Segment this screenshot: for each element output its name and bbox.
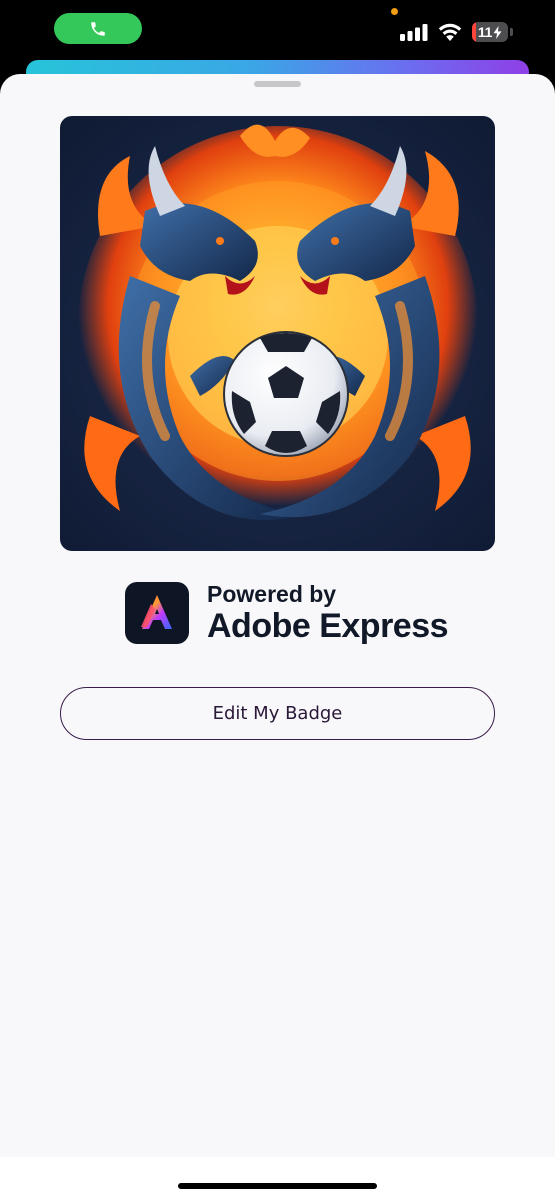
modal-sheet: Powered by Adobe Express Edit My Badge bbox=[0, 74, 555, 1157]
battery-indicator: 11 bbox=[472, 22, 508, 42]
home-indicator[interactable] bbox=[178, 1183, 377, 1189]
status-bar: 11 bbox=[0, 0, 555, 60]
adobe-express-text: Adobe Express bbox=[207, 607, 449, 645]
dragons-soccer-badge-image bbox=[60, 116, 495, 551]
battery-charging-icon bbox=[493, 25, 502, 39]
home-indicator-area bbox=[0, 1157, 555, 1200]
sheet-grabber[interactable] bbox=[254, 81, 301, 87]
privacy-indicator-dot bbox=[391, 8, 398, 15]
edit-my-badge-button[interactable]: Edit My Badge bbox=[60, 687, 495, 740]
adobe-express-logo-icon bbox=[125, 582, 189, 644]
powered-by-text: Powered by bbox=[207, 581, 337, 607]
active-call-pill[interactable] bbox=[54, 13, 142, 44]
battery-cap bbox=[510, 28, 513, 36]
phone-icon bbox=[91, 21, 105, 36]
wifi-icon bbox=[438, 23, 462, 41]
powered-by-adobe-express: Powered by Adobe Express bbox=[125, 581, 449, 645]
battery-level-text: 11 bbox=[477, 24, 493, 40]
cellular-signal-icon bbox=[400, 24, 428, 41]
badge-illustration bbox=[78, 124, 478, 526]
